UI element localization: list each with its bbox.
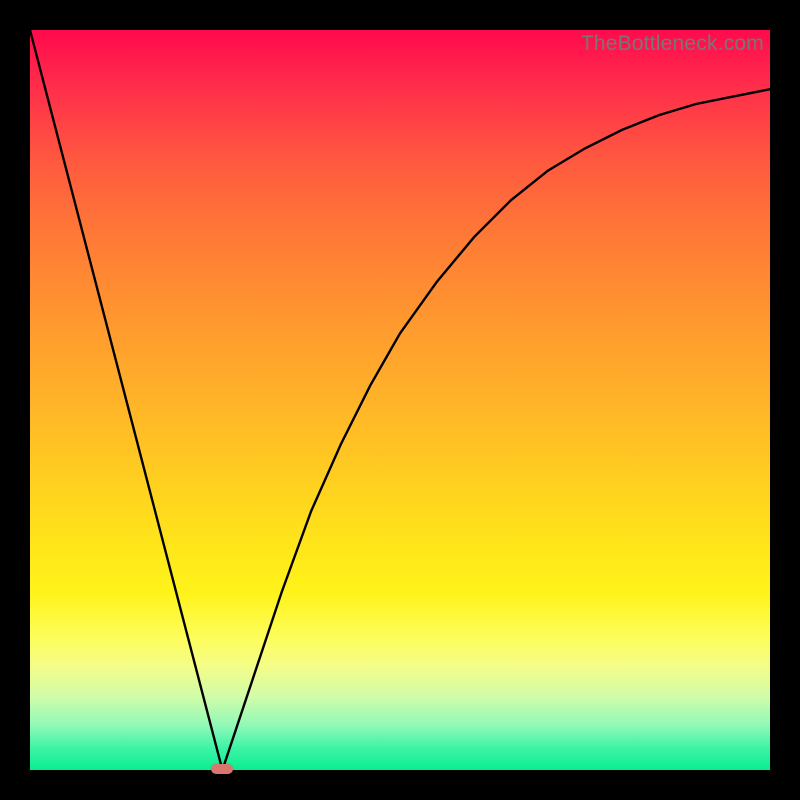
bottleneck-curve bbox=[30, 30, 770, 770]
curve-path bbox=[30, 30, 770, 770]
chart-frame: TheBottleneck.com bbox=[0, 0, 800, 800]
plot-area: TheBottleneck.com bbox=[30, 30, 770, 770]
optimal-marker bbox=[211, 764, 233, 774]
